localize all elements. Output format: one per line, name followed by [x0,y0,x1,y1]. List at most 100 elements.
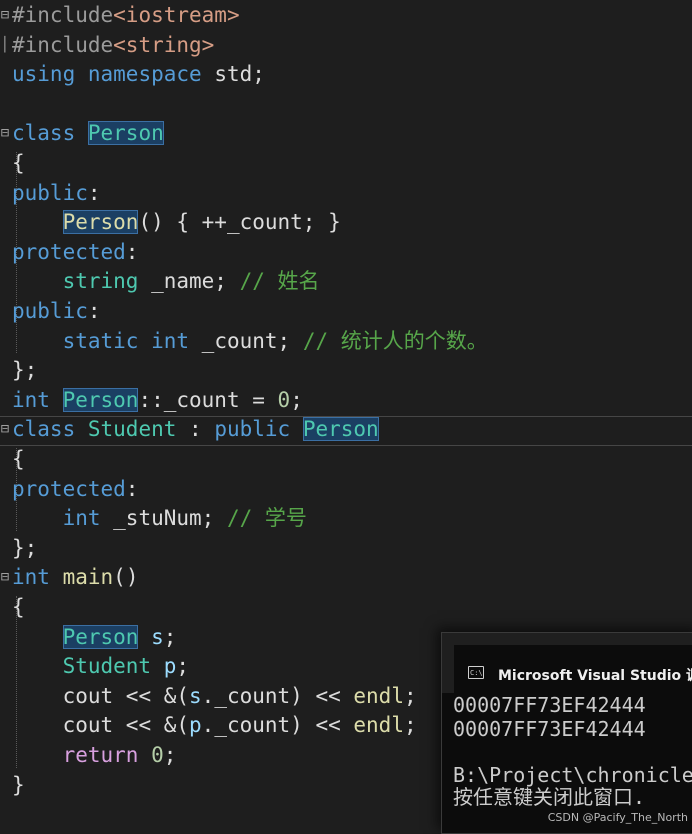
code-token: _count; [189,328,303,353]
code-token: : [87,180,101,205]
code-line[interactable]: string _name; // 姓名 [12,266,320,296]
code-line[interactable]: public: [12,296,101,326]
code-token: string [62,269,139,294]
code-line[interactable]: { [12,148,25,178]
watermark: CSDN @Pacify_The_North [547,811,688,824]
code-token: return [62,743,139,767]
code-token: Student [87,417,177,442]
code-token: ; [290,387,303,412]
code-token: endl [353,713,404,738]
fold-toggle-icon[interactable]: ⊟ [0,118,10,148]
code-line[interactable]: class Person [12,118,164,148]
code-token: : [87,299,101,323]
code-line[interactable]: #include<iostream> [12,0,240,30]
console-output-line: 00007FF73EF42444 [453,693,646,717]
code-token: ; [176,654,190,679]
console-titlebar[interactable]: C:\ Microsoft Visual Studio 调试 [442,633,692,693]
code-token: cout [62,713,114,738]
code-line[interactable]: int main() [12,562,138,592]
code-token: // 姓名 [239,269,320,294]
console-output-line: 按任意键关闭此窗口. [453,785,646,809]
code-token: { [12,447,25,471]
code-token: ; [163,624,177,649]
code-token: using [12,62,76,87]
code-line[interactable]: }; [12,533,37,563]
code-line[interactable]: { [12,444,25,474]
code-token: _name; [138,269,240,294]
code-token: Person [62,624,139,649]
code-token: ._count) << [201,713,354,738]
code-line[interactable]: static int _count; // 统计人的个数。 [12,326,488,356]
code-token: class [12,417,76,442]
code-token: protected [12,239,126,264]
code-line[interactable]: int _stuNum; // 学号 [12,503,307,533]
code-token: } [12,772,25,797]
code-token: public [12,180,88,205]
debug-console-window[interactable]: C:\ Microsoft Visual Studio 调试 00007FF73… [441,632,692,834]
code-token: Student [62,654,152,679]
code-line[interactable]: int Person::_count = 0; [12,385,303,415]
console-tab[interactable]: C:\ Microsoft Visual Studio 调试 [454,645,692,693]
code-line[interactable]: using namespace std; [12,59,265,89]
code-line[interactable]: { [12,592,25,622]
code-line[interactable]: public: [12,178,101,208]
code-token: { [12,151,25,175]
code-token: static [62,328,139,353]
code-token: Person [302,417,379,442]
code-token: #include [12,32,114,57]
code-line[interactable]: class Student : public Person [12,414,379,444]
code-token: 0 [277,387,291,412]
fold-toggle-icon[interactable]: ⊟ [0,0,10,30]
code-token: << &( [113,713,190,738]
console-output-line: 00007FF73EF42444 [453,717,646,741]
code-token: ; [163,743,177,767]
code-token: int [151,328,190,353]
code-token: protected [12,476,126,501]
fold-toggle-icon[interactable]: │ [0,30,10,60]
code-token: ; [403,683,417,708]
code-line[interactable]: }; [12,355,37,385]
code-token: << &( [113,683,190,708]
code-token: // 学号 [226,506,307,531]
code-line[interactable]: protected: [12,237,138,267]
code-token: <string> [113,32,215,57]
code-token: p [163,654,177,679]
code-line[interactable]: cout << &(p._count) << endl; [12,710,417,740]
code-line[interactable]: cout << &(s._count) << endl; [12,681,417,711]
code-token: : [176,417,215,442]
fold-toggle-icon[interactable]: ⊟ [0,414,10,444]
code-line[interactable]: #include<string> [12,30,214,60]
code-line[interactable]: Person() { ++_count; } [12,207,341,237]
code-line[interactable]: } [12,770,25,800]
code-token: public [12,299,88,323]
code-line[interactable]: Student p; [12,651,189,681]
code-token: // 统计人的个数。 [302,328,488,353]
console-title: Microsoft Visual Studio 调试 [498,668,692,684]
code-token: Person [62,387,139,412]
code-token: int [62,506,101,531]
code-line[interactable]: protected: [12,474,138,504]
code-token: }; [12,535,38,560]
code-token: ._count) << [201,683,354,708]
code-token: class [12,121,76,146]
code-token: int [12,565,50,590]
code-line[interactable]: Person s; [12,622,176,652]
code-token: () { ++_count; } [138,210,341,235]
fold-toggle-icon[interactable]: ⊟ [0,562,10,592]
code-line[interactable]: return 0; [12,740,177,770]
code-token: Person [62,210,139,235]
